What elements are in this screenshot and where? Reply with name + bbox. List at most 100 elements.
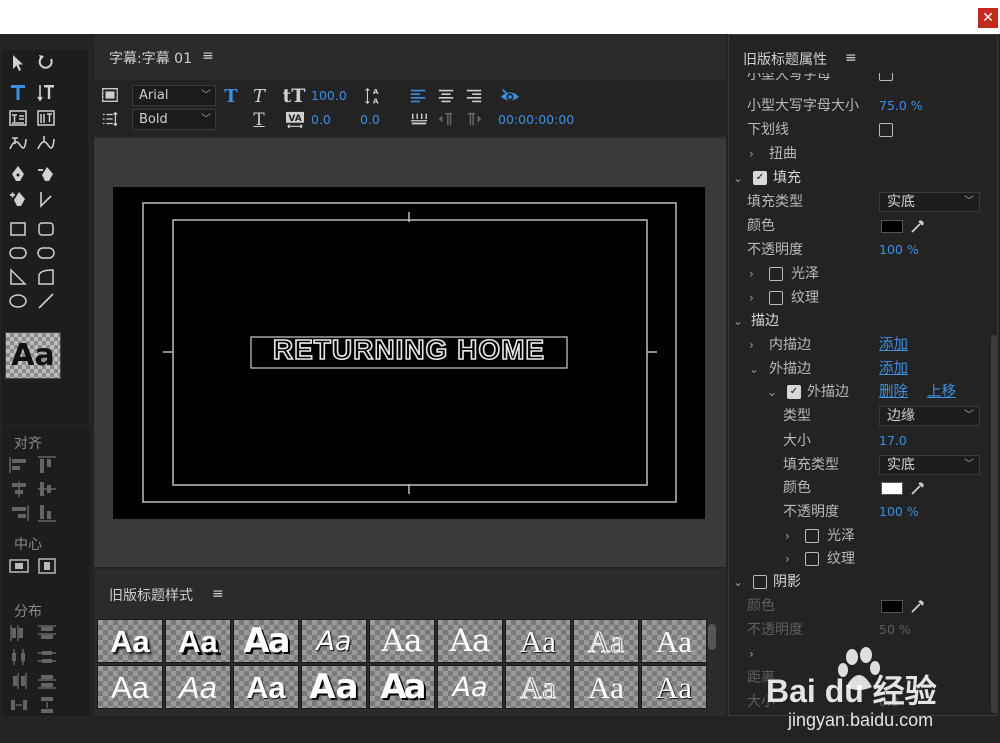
small-caps-size-value[interactable]: 75.0 % <box>879 95 923 117</box>
style-swatch[interactable]: Aa <box>505 665 571 709</box>
style-swatch[interactable]: Aa <box>233 665 299 709</box>
style-swatch[interactable]: Aa <box>573 619 639 663</box>
fill-checkbox[interactable]: ✓ <box>753 171 767 185</box>
distribute-horizontal-center-icon[interactable] <box>8 647 30 667</box>
eyedropper-icon[interactable] <box>909 217 927 235</box>
ellipse-tool-icon[interactable] <box>6 290 30 312</box>
properties-menu-icon[interactable]: ≡ <box>845 50 857 66</box>
inner-strokes-row[interactable]: › 内描边 添加 <box>729 334 991 356</box>
convert-anchor-point-tool-icon[interactable] <box>34 188 58 210</box>
font-size-value[interactable]: 100.0 <box>311 88 347 103</box>
texture-checkbox[interactable] <box>769 291 783 305</box>
chevron-right-icon[interactable]: › <box>785 548 790 570</box>
add-anchor-point-tool-icon[interactable] <box>6 188 30 210</box>
rectangle-tool-icon[interactable] <box>6 218 30 240</box>
vertical-center-icon[interactable] <box>36 556 58 576</box>
style-swatch[interactable]: Aa <box>437 665 503 709</box>
wedge-tool-icon[interactable] <box>6 266 30 288</box>
align-right-icon[interactable] <box>8 503 30 523</box>
fill-sheen-row[interactable]: › 光泽 <box>729 263 991 285</box>
font-style-select[interactable]: Bold ﹀ <box>132 109 216 130</box>
kerning-value[interactable]: 0.0 <box>311 112 331 127</box>
style-swatch[interactable]: Aa <box>641 619 707 663</box>
move-up-link[interactable]: 上移 <box>927 381 956 403</box>
distribute-horizontal-even-icon[interactable] <box>8 695 30 715</box>
tab-stops-align-icon[interactable] <box>408 109 430 129</box>
underline-checkbox[interactable] <box>879 123 893 137</box>
properties-scrollbar[interactable] <box>991 335 997 713</box>
line-tool-icon[interactable] <box>34 290 58 312</box>
shadow-row[interactable]: ⌄ 阴影 <box>729 571 991 593</box>
stroke-texture-checkbox[interactable] <box>805 552 819 566</box>
align-top-icon[interactable] <box>36 455 58 475</box>
chevron-right-icon[interactable]: › <box>785 525 790 547</box>
show-background-video-icon[interactable] <box>100 85 120 105</box>
distort-row[interactable]: › 扭曲 <box>729 143 991 165</box>
chevron-down-icon[interactable]: ⌄ <box>733 571 743 593</box>
stroke-texture-row[interactable]: › 纹理 <box>729 548 991 570</box>
style-swatch[interactable]: Aa <box>505 619 571 663</box>
chevron-right-icon[interactable]: › <box>749 334 754 356</box>
path-type-tool-icon[interactable] <box>6 132 30 154</box>
canvas-title-text[interactable]: RETURNING HOME <box>254 332 564 368</box>
paragraph-right-icon[interactable] <box>464 109 484 129</box>
distribute-vertical-center-icon[interactable] <box>36 647 58 667</box>
chevron-down-icon[interactable]: ⌄ <box>767 381 777 403</box>
underline-icon[interactable]: T <box>249 110 269 130</box>
fill-type-select[interactable]: 实底 ﹀ <box>879 192 980 212</box>
leading-value[interactable]: 0.0 <box>360 112 380 127</box>
align-bottom-icon[interactable] <box>36 503 58 523</box>
align-right-text-icon[interactable] <box>464 86 484 106</box>
chevron-right-icon[interactable]: › <box>749 263 754 285</box>
chevron-right-icon[interactable]: › <box>749 643 754 665</box>
outer-stroke-row[interactable]: ⌄ ✓ 外描边 删除 上移 <box>729 381 991 403</box>
distribute-right-icon[interactable] <box>8 671 30 691</box>
align-center-text-icon[interactable] <box>436 86 456 106</box>
distribute-left-icon[interactable] <box>8 623 30 643</box>
show-background-video-eye-icon[interactable] <box>498 85 522 107</box>
editor-menu-icon[interactable]: ≡ <box>202 48 214 64</box>
stroke-size-value[interactable]: 17.0 <box>879 430 907 452</box>
outer-strokes-row[interactable]: ⌄ 外描边 添加 <box>729 358 991 380</box>
style-swatch[interactable]: Aa <box>165 619 231 663</box>
chevron-down-icon[interactable]: ⌄ <box>733 310 743 332</box>
clipped-corner-rectangle-tool-icon[interactable] <box>6 242 30 264</box>
tab-stops-icon[interactable] <box>100 109 120 129</box>
timecode-value[interactable]: 00:00:00:00 <box>498 112 574 127</box>
style-swatch[interactable]: Aa <box>165 665 231 709</box>
pen-tool-icon[interactable] <box>6 163 30 185</box>
style-swatch[interactable]: Aa <box>301 619 367 663</box>
arc-tool-icon[interactable] <box>34 266 58 288</box>
chevron-right-icon[interactable]: › <box>749 143 754 165</box>
shadow-color-swatch[interactable] <box>881 600 903 613</box>
close-button[interactable]: ✕ <box>978 8 998 28</box>
add-inner-stroke-link[interactable]: 添加 <box>879 334 908 356</box>
distribute-vertical-even-icon[interactable] <box>36 695 58 715</box>
rotation-tool-icon[interactable] <box>34 52 58 74</box>
chevron-down-icon[interactable]: ⌄ <box>733 167 743 189</box>
style-swatch[interactable]: Aa <box>437 619 503 663</box>
chevron-down-icon[interactable]: ⌄ <box>749 358 759 380</box>
delete-anchor-point-tool-icon[interactable] <box>34 163 58 185</box>
styles-scrollbar[interactable] <box>708 624 716 650</box>
stroke-fill-type-select[interactable]: 实底 ﹀ <box>879 455 980 475</box>
fill-color-swatch[interactable] <box>881 220 903 233</box>
stroke-sheen-row[interactable]: › 光泽 <box>729 525 991 547</box>
area-type-tool-icon[interactable] <box>6 107 30 129</box>
sheen-checkbox[interactable] <box>769 267 783 281</box>
selection-tool-icon[interactable] <box>6 52 30 74</box>
style-swatch[interactable]: Aa <box>233 619 299 663</box>
horizontal-center-icon[interactable] <box>8 556 30 576</box>
styles-menu-icon[interactable]: ≡ <box>212 586 224 602</box>
outer-stroke-checkbox[interactable]: ✓ <box>787 385 801 399</box>
style-swatch[interactable]: Aa <box>97 665 163 709</box>
type-tool-icon[interactable] <box>6 81 30 103</box>
rounded-rectangle-tool-icon[interactable] <box>34 242 58 264</box>
align-left-icon[interactable] <box>8 455 30 475</box>
vertical-type-tool-icon[interactable] <box>34 81 58 103</box>
eyedropper-icon[interactable] <box>909 479 927 497</box>
paragraph-left-icon[interactable] <box>436 109 456 129</box>
style-swatch[interactable]: Aa <box>97 619 163 663</box>
align-horizontal-center-icon[interactable] <box>8 479 30 499</box>
distribute-bottom-icon[interactable] <box>36 671 58 691</box>
